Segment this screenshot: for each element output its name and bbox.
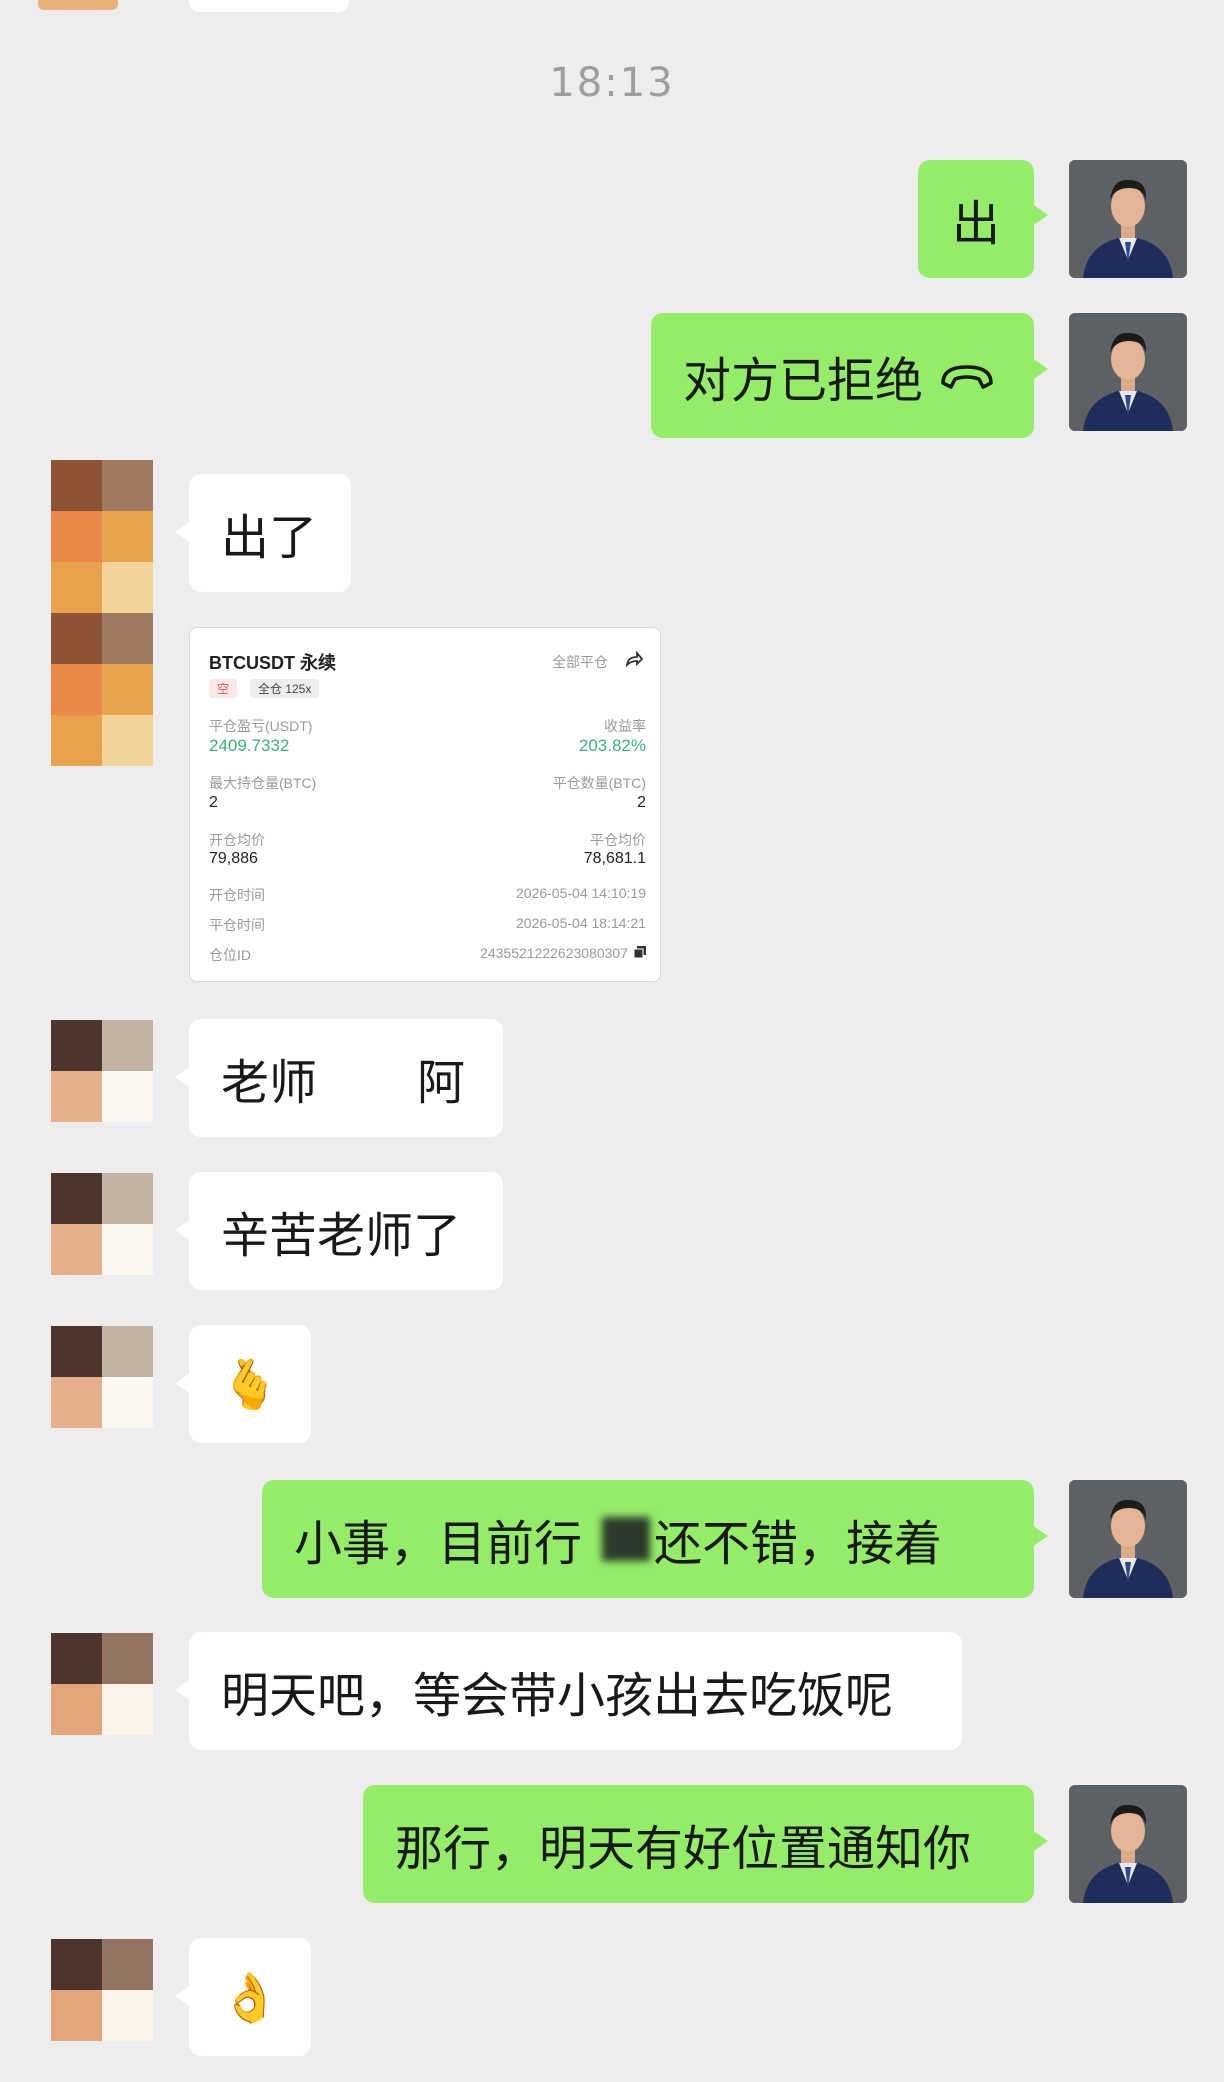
message-text: 👌 <box>220 1969 280 2026</box>
position-id-value: 2435521222623080307 <box>480 945 628 961</box>
roi-label: 收益率 <box>604 718 646 734</box>
close-qty-value: 2 <box>637 794 646 811</box>
contact-avatar[interactable] <box>51 1020 153 1122</box>
my-avatar[interactable] <box>1069 313 1187 431</box>
message-text: 辛苦老师了 <box>221 1208 462 1264</box>
message-timestamp: 18:13 <box>549 60 675 106</box>
my-message-bubble[interactable]: 小事，目前行 还不错，接着 <box>262 1480 1034 1598</box>
contact-avatar[interactable] <box>51 1939 153 2041</box>
call-declined-bubble[interactable]: 对方已拒绝 <box>651 313 1034 438</box>
open-time-value: 2026-05-04 14:10:19 <box>516 885 646 901</box>
contact-avatar[interactable] <box>51 460 153 766</box>
contact-message-bubble[interactable]: 明天吧，等会带小孩出去吃饭呢 <box>189 1632 962 1750</box>
copy-icon <box>634 946 646 958</box>
max-position-label: 最大持仓量(BTC) <box>209 775 317 791</box>
message-text: 老师 <box>221 1055 318 1111</box>
contact-avatar[interactable] <box>51 1326 153 1428</box>
contact-emoji-bubble[interactable]: 🫰 <box>189 1325 311 1443</box>
my-avatar[interactable] <box>1069 1480 1187 1598</box>
open-time-label: 开仓时间 <box>209 887 265 903</box>
position-id-label: 仓位ID <box>209 947 251 963</box>
prev-bubble-fragment <box>189 0 349 12</box>
leverage-badge: 全仓 125x <box>250 679 320 698</box>
max-position-value: 2 <box>209 794 218 811</box>
my-message-bubble[interactable]: 出 <box>918 160 1034 278</box>
share-icon <box>625 650 644 668</box>
roi-value: 203.82% <box>578 736 646 755</box>
contact-message-bubble[interactable]: 出了 <box>189 474 351 592</box>
close-avg-label: 平仓均价 <box>590 832 646 848</box>
side-badge: 空 <box>209 679 238 698</box>
message-text: 阿 <box>417 1055 466 1111</box>
prev-avatar-fragment <box>38 0 118 10</box>
pnl-label: 平仓盈亏(USDT) <box>209 718 313 734</box>
contact-emoji-bubble[interactable]: 👌 <box>189 1938 311 2056</box>
close-all-label: 全部平仓 <box>552 654 608 670</box>
message-text: 出 <box>951 196 1000 252</box>
my-avatar[interactable] <box>1069 1785 1187 1903</box>
message-text: 🫰 <box>220 1356 280 1413</box>
open-avg-value: 79,886 <box>209 850 258 867</box>
redaction-mark <box>602 1517 651 1561</box>
close-avg-value: 78,681.1 <box>583 850 646 867</box>
close-time-label: 平仓时间 <box>209 917 265 933</box>
message-text: 那行，明天有好位置通知你 <box>395 1821 972 1877</box>
trade-symbol: BTCUSDT 永续 <box>209 653 336 673</box>
trade-result-image[interactable]: BTCUSDT 永续 全部平仓 空 全仓 125x 平仓盈亏(USDT) 240… <box>189 627 661 982</box>
message-text: 对方已拒绝 <box>683 352 924 409</box>
my-avatar[interactable] <box>1069 160 1187 278</box>
message-text: 小事，目前行 <box>294 1516 583 1572</box>
contact-message-bubble[interactable]: 老师 阿 <box>189 1019 503 1137</box>
my-message-bubble[interactable]: 那行，明天有好位置通知你 <box>363 1785 1034 1903</box>
message-text: 还不错，接着 <box>654 1516 943 1572</box>
phone-hangup-icon <box>941 364 993 389</box>
open-avg-label: 开仓均价 <box>209 832 265 848</box>
contact-avatar[interactable] <box>51 1173 153 1275</box>
contact-avatar[interactable] <box>51 1633 153 1735</box>
close-time-value: 2026-05-04 18:14:21 <box>516 915 646 931</box>
contact-message-bubble[interactable]: 辛苦老师了 <box>189 1172 503 1290</box>
message-text: 明天吧，等会带小孩出去吃饭呢 <box>221 1668 894 1724</box>
pnl-value: 2409.7332 <box>209 736 290 755</box>
message-text: 出了 <box>221 510 318 566</box>
close-qty-label: 平仓数量(BTC) <box>552 775 646 791</box>
